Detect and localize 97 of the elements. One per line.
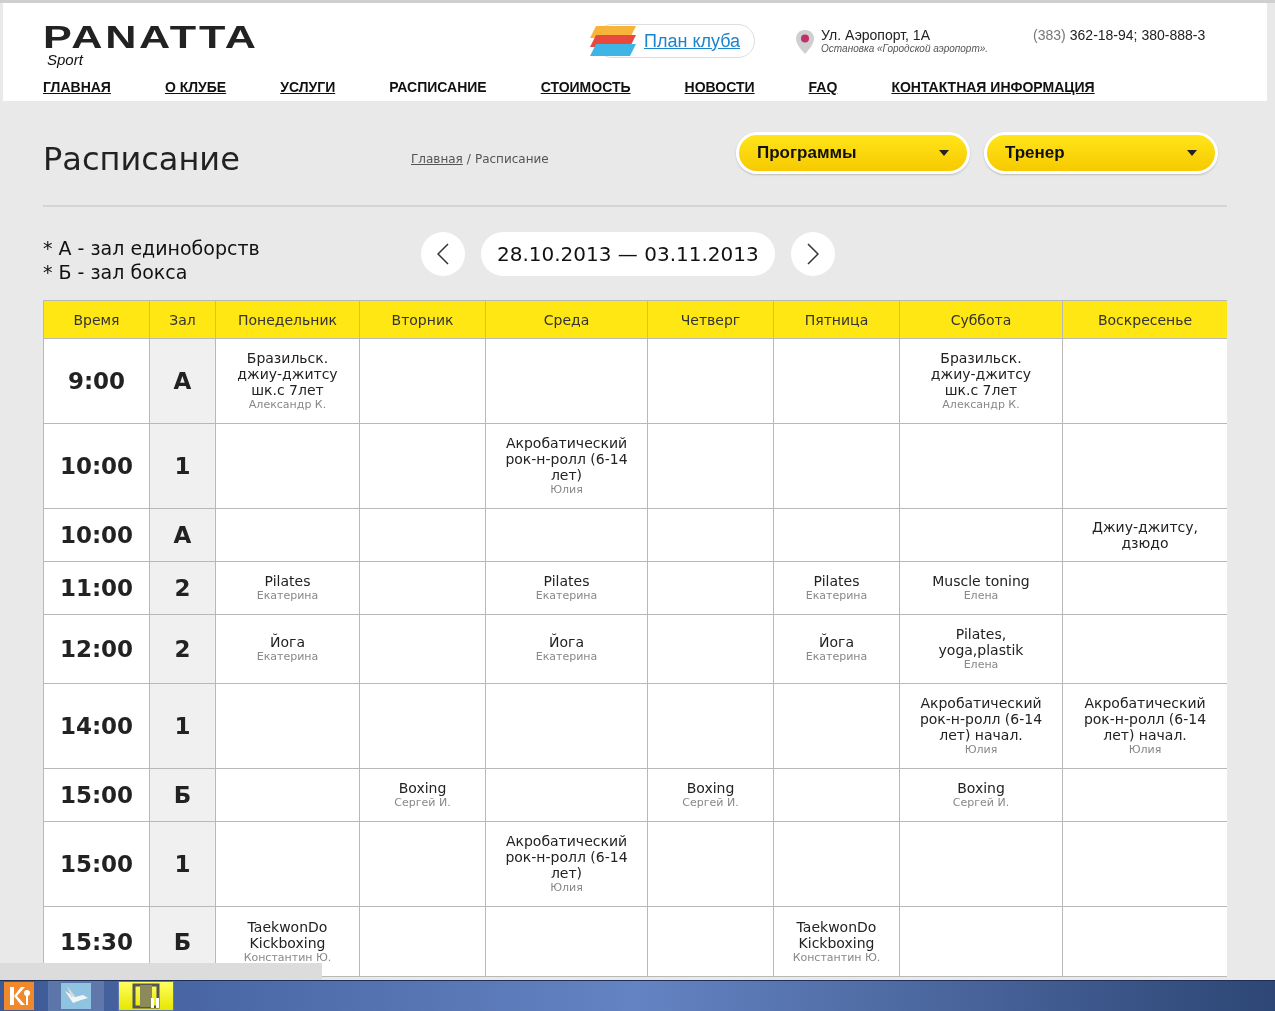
hall-cell: Б: [149, 768, 216, 822]
stacked-layers-icon: [588, 24, 638, 58]
time-cell: 10:00: [43, 508, 150, 562]
column-header: Вторник: [359, 300, 486, 339]
film-icon: [131, 983, 161, 1009]
trainer-name: Екатерина: [255, 589, 320, 603]
class-name[interactable]: TaekwonDo Kickboxing: [232, 918, 343, 951]
filter-dropdown[interactable]: Тренер: [984, 132, 1218, 174]
address-text: Ул. Аэропорт, 1А: [821, 27, 931, 43]
page-title: Расписание: [43, 139, 241, 178]
phone-code: (383): [1033, 27, 1066, 43]
taskbar-app-button[interactable]: [118, 981, 174, 1011]
hall-cell: 1: [149, 423, 216, 509]
phone-number: 362-18-94; 380-888-3: [1069, 27, 1206, 43]
trainer-name: Александр К.: [941, 398, 1021, 412]
time-cell: 14:00: [43, 683, 150, 769]
class-name[interactable]: Boxing: [916, 780, 1046, 796]
hall-cell: 2: [149, 614, 216, 684]
week-range: 28.10.2013 — 03.11.2013: [481, 231, 775, 276]
trainer-name: Сергей И.: [681, 796, 740, 810]
class-name[interactable]: Pilates: [502, 573, 631, 589]
time-cell: 15:00: [43, 821, 150, 907]
column-header: Воскресенье: [1062, 300, 1227, 339]
breadcrumb-current: Расписание: [474, 152, 549, 166]
column-header: Время: [43, 300, 150, 339]
trainer-name: Сергей И.: [393, 796, 452, 810]
time-cell: 15:00: [43, 768, 150, 822]
class-name[interactable]: Pilates: [232, 573, 343, 589]
nav-link[interactable]: ГЛАВНАЯ: [43, 79, 111, 95]
class-name[interactable]: Йога: [232, 634, 343, 650]
class-name[interactable]: Boxing: [376, 780, 469, 796]
trainer-name: Елена: [962, 658, 1000, 672]
trainer-name: Екатерина: [804, 650, 869, 664]
class-name[interactable]: Йога: [790, 634, 883, 650]
breadcrumb-link[interactable]: Главная: [411, 152, 463, 166]
logo[interactable]: PANATTA: [43, 21, 286, 53]
hall-cell: 1: [149, 821, 216, 907]
hall-cell: А: [149, 338, 216, 424]
legend-text: * А - зал единоборств: [43, 235, 261, 260]
breadcrumb-separator: /: [466, 152, 471, 166]
trainer-name: Екатерина: [534, 650, 599, 664]
time-cell: 10:00: [43, 423, 150, 509]
nav-link[interactable]: СТОИМОСТЬ: [540, 79, 631, 95]
column-header: Понедельник: [215, 300, 360, 339]
trainer-name: Юлия: [963, 743, 999, 757]
column-header: Пятница: [773, 300, 900, 339]
trainer-name: Екатерина: [534, 589, 599, 603]
caret-icon: [1187, 150, 1197, 156]
trainer-name: Екатерина: [804, 589, 869, 603]
class-name[interactable]: Бразильск. джиу-джитсу шк.с 7лет: [232, 350, 343, 398]
trainer-name: Константин Ю.: [791, 950, 882, 965]
class-name[interactable]: TaekwonDo Kickboxing: [790, 918, 883, 951]
trainer-name: Юлия: [1127, 743, 1163, 757]
trainer-name: Юлия: [549, 881, 584, 895]
bird-icon: [61, 983, 91, 1009]
column-header: Четверг: [647, 300, 774, 339]
class-name[interactable]: Pilates: [790, 573, 883, 589]
trainer-name: Юлия: [549, 483, 584, 497]
nav-link[interactable]: FAQ: [808, 79, 838, 95]
class-name[interactable]: Йога: [502, 634, 631, 650]
bus-stop-text: Остановка «Городской аэропорт».: [821, 43, 990, 54]
nav-link[interactable]: УСЛУГИ: [280, 79, 336, 95]
column-header: Среда: [485, 300, 648, 339]
time-cell: 12:00: [43, 614, 150, 684]
class-name[interactable]: Muscle toning: [916, 573, 1046, 589]
nav-link[interactable]: НОВОСТИ: [684, 79, 755, 95]
time-cell: 11:00: [43, 561, 150, 615]
trainer-name: Александр К.: [247, 398, 328, 412]
filter-dropdown[interactable]: Программы: [736, 132, 970, 174]
trainer-name: Елена: [962, 589, 1000, 603]
legend-text: * Б - зал бокса: [43, 259, 189, 284]
taskbar-app-button[interactable]: [48, 981, 104, 1011]
nav-link[interactable]: РАСПИСАНИЕ: [389, 79, 487, 95]
class-name[interactable]: Акробатический рок-н-ролл (6-14 лет): [502, 435, 631, 483]
class-name[interactable]: Акробатический рок-н-ролл (6-14 лет) начал.: [1079, 695, 1211, 743]
hall-cell: 1: [149, 683, 216, 769]
nav-link[interactable]: О КЛУБЕ: [164, 79, 227, 95]
column-header: Суббота: [899, 300, 1063, 339]
app-tile-icon[interactable]: [4, 982, 34, 1010]
logo-tagline: Sport: [47, 53, 85, 67]
class-name[interactable]: Акробатический рок-н-ролл (6-14 лет): [502, 833, 631, 881]
hall-cell: 2: [149, 561, 216, 615]
trainer-name: Константин Ю.: [242, 950, 333, 965]
chevron-right-icon: [806, 242, 819, 265]
nav-link[interactable]: КОНТАКТНАЯ ИНФОРМАЦИЯ: [891, 79, 1095, 95]
trainer-name: Екатерина: [255, 650, 320, 664]
class-name[interactable]: Акробатический рок-н-ролл (6-14 лет) начал.: [916, 695, 1046, 743]
hall-cell: А: [149, 508, 216, 562]
class-name[interactable]: Pilates, yoga,plastik: [916, 626, 1046, 658]
chevron-left-icon: [437, 242, 449, 265]
trainer-name: Сергей И.: [951, 796, 1011, 810]
class-name[interactable]: Бразильск. джиу-джитсу шк.с 7лет: [916, 350, 1046, 398]
class-name[interactable]: Boxing: [664, 780, 757, 796]
previous-week-button[interactable]: [421, 231, 465, 276]
caret-icon: [939, 150, 949, 156]
column-header: Зал: [149, 300, 216, 339]
time-cell: 9:00: [43, 338, 150, 424]
